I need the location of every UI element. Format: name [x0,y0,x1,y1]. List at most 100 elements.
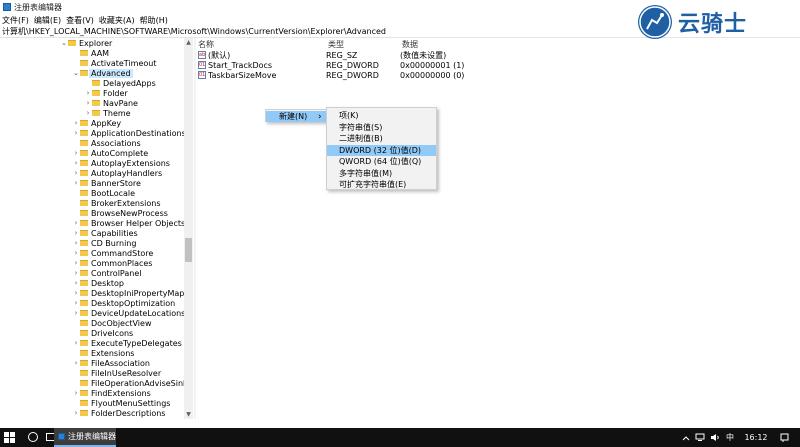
tree-item[interactable]: › CD Burning [72,238,137,248]
chevron-right-icon[interactable]: › [72,298,80,308]
tray-network-icon[interactable] [693,428,707,447]
chevron-right-icon[interactable]: › [72,168,80,178]
tree-item[interactable]: BrowseNewProcess [72,208,168,218]
tree-item[interactable]: › DesktopOptimization [72,298,176,308]
chevron-right-icon[interactable]: › [72,158,80,168]
tree-item[interactable]: › CommonPlaces [72,258,153,268]
tree-item[interactable]: › FileAssociation [72,358,150,368]
tree-item[interactable]: › Capabilities [72,228,138,238]
registry-editor-window: 注册表编辑器 文件(F) 编辑(E) 查看(V) 收藏夹(A) 帮助(H) 计算… [0,0,800,447]
tree-item[interactable]: DocObjectView [72,318,152,328]
chevron-down-icon[interactable]: ⌄ [72,68,80,78]
tree-item[interactable]: Extensions [72,348,134,358]
tree-item[interactable]: › ExecuteTypeDelegates [72,338,182,348]
chevron-right-icon[interactable]: › [72,178,80,188]
scroll-up-arrow-icon[interactable]: ▲ [184,38,193,47]
chevron-right-icon[interactable]: › [72,248,80,258]
submenu-item[interactable]: 二进制值(B) [327,133,436,144]
chevron-right-icon[interactable]: › [84,108,92,118]
search-icon[interactable] [28,432,38,442]
tree-item[interactable]: BootLocale [72,188,135,198]
submenu-item[interactable]: 多字符串值(M) [327,168,436,179]
tree-item[interactable]: › AutoplayHandlers [72,168,163,178]
value-row[interactable]: 01 TaskbarSizeMove REG_DWORD 0x00000000 (0) [198,70,598,80]
submenu-arrow-icon: › [318,111,322,122]
tree-item[interactable]: ActivateTimeout [72,58,156,68]
submenu-item[interactable]: 字符串值(S) [327,122,436,133]
tree-item[interactable]: › ApplicationDestinations [72,128,186,138]
chevron-right-icon[interactable]: › [72,308,80,318]
tree-item[interactable]: › CommandStore [72,248,154,258]
menu-edit[interactable]: 编辑(E) [34,15,61,26]
tree-item[interactable]: BrokerExtensions [72,198,161,208]
tree-item[interactable]: › AutoComplete [72,148,149,158]
tree-item[interactable]: FileInUseResolver [72,368,161,378]
tree-item[interactable]: FlyoutMenuSettings [72,398,170,408]
tree-item[interactable]: › AutoplayExtensions [72,158,170,168]
tree-item[interactable]: DriveIcons [72,328,133,338]
tree-item[interactable]: › AppKey [72,118,122,128]
ime-indicator[interactable]: 中 [724,428,736,447]
submenu-item[interactable]: QWORD (64 位)值(Q) [327,156,436,167]
pane-splitter[interactable] [194,38,196,419]
windows-start-icon[interactable] [4,432,15,443]
chevron-right-icon[interactable]: › [72,218,80,228]
chevron-right-icon[interactable]: › [72,258,80,268]
tree-item[interactable]: ⌄ Advanced [72,68,133,78]
column-header-name[interactable]: 名称 [198,39,214,49]
chevron-right-icon[interactable]: › [72,148,80,158]
menu-help[interactable]: 帮助(H) [140,15,168,26]
scroll-thumb[interactable] [185,238,192,262]
submenu-item[interactable]: 项(K) [327,110,436,121]
tree-item-label: Explorer [79,38,113,48]
taskbar-regedit-button[interactable]: 注册表编辑器 [54,428,116,447]
notification-icon[interactable] [777,428,791,447]
chevron-right-icon[interactable]: › [72,278,80,288]
scroll-down-arrow-icon[interactable]: ▼ [184,410,193,419]
tree-item[interactable]: › DeviceUpdateLocations [72,308,186,318]
tree-item[interactable]: Associations [72,138,141,148]
tree-item[interactable]: ⌄ Explorer [60,38,112,48]
submenu-item[interactable]: DWORD (32 位)值(D) [327,144,436,156]
menu-file[interactable]: 文件(F) [2,15,29,26]
chevron-right-icon[interactable]: › [72,408,80,418]
chevron-right-icon[interactable]: › [72,268,80,278]
tree-item[interactable]: › Theme [84,108,131,118]
tree-item[interactable]: › Folder [84,88,128,98]
menu-view[interactable]: 查看(V) [66,15,94,26]
chevron-right-icon[interactable]: › [72,338,80,348]
tree-item[interactable]: › NavPane [84,98,138,108]
tree-item[interactable]: › FindExtensions [72,388,151,398]
column-header-type[interactable]: 类型 [328,39,344,49]
tree-item[interactable]: › BannerStore [72,178,141,188]
tree-item[interactable]: AAM [72,48,109,58]
clock[interactable]: 16:12 [740,428,772,447]
chevron-right-icon[interactable]: › [72,118,80,128]
folder-icon [80,400,88,406]
tray-volume-icon[interactable] [708,428,722,447]
chevron-right-icon[interactable]: › [72,388,80,398]
chevron-right-icon[interactable]: › [72,238,80,248]
chevron-down-icon[interactable]: ⌄ [60,38,68,48]
menu-favorites[interactable]: 收藏夹(A) [99,15,135,26]
tree-item[interactable]: DelayedApps [84,78,156,88]
chevron-right-icon[interactable]: › [84,98,92,108]
tree-item[interactable]: › FolderDescriptions [72,408,166,418]
tree-item[interactable]: › DesktopIniPropertyMap [72,288,185,298]
tree-item[interactable]: › Browser Helper Objects [72,218,186,228]
chevron-right-icon[interactable]: › [72,288,80,298]
tray-chevron-up-icon[interactable] [680,428,692,447]
value-row[interactable]: ab (默认) REG_SZ (数值未设置) [198,50,598,60]
chevron-right-icon[interactable]: › [72,128,80,138]
tree-item[interactable]: › ControlPanel [72,268,142,278]
chevron-right-icon[interactable]: › [84,88,92,98]
context-menu-new[interactable]: 新建(N) › [266,111,326,122]
tree-scrollbar[interactable]: ▲ ▼ [184,38,193,419]
tree-item[interactable]: FileOperationAdviseSinks [72,378,192,388]
value-row[interactable]: 01 Start_TrackDocs REG_DWORD 0x00000001 (1) [198,60,598,70]
column-header-data[interactable]: 数据 [402,39,418,49]
tree-item[interactable]: › Desktop [72,278,124,288]
chevron-right-icon[interactable]: › [72,228,80,238]
submenu-item[interactable]: 可扩充字符串值(E) [327,179,436,190]
chevron-right-icon[interactable]: › [72,358,80,368]
